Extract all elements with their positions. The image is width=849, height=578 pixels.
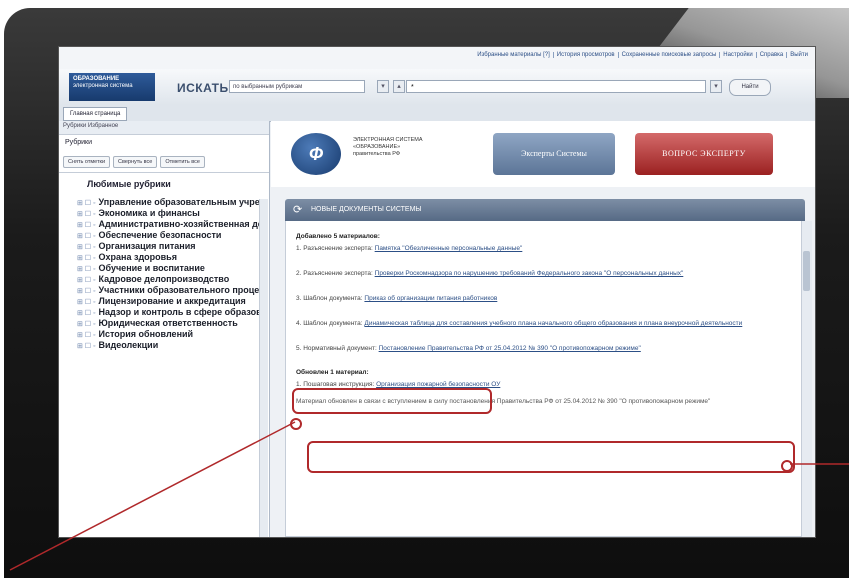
- callout-lines: [9, 421, 849, 571]
